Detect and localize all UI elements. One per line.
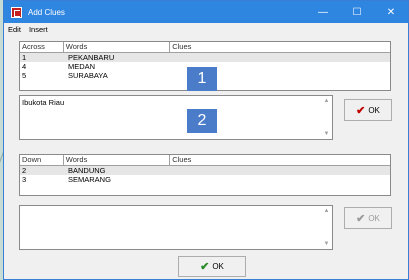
scroll-up-icon[interactable]: ▲	[321, 206, 332, 216]
app-icon	[11, 6, 22, 18]
ok-main-label: OK	[212, 262, 224, 271]
header-words[interactable]: Words	[64, 42, 171, 52]
row-number: 4	[22, 62, 27, 71]
close-button[interactable]: ✕	[374, 1, 408, 23]
row-number: 5	[22, 71, 27, 80]
annotation-badge-1: 1	[187, 67, 217, 91]
ok-across-button[interactable]: ✔ OK	[344, 99, 392, 121]
annotation-badge-2: 2	[187, 109, 217, 133]
across-grid-header: Across Words Clues	[20, 42, 390, 53]
down-clue-input[interactable]: ▲ ▼	[19, 205, 333, 250]
add-clues-window: Add Clues — ☐ ✕ Edit Insert Across Words…	[3, 0, 409, 280]
menu-bar: Edit Insert	[4, 23, 408, 35]
down-grid-header: Down Words Clues	[20, 155, 390, 166]
table-row[interactable]: 1 PEKANBARU	[20, 53, 390, 62]
across-clue-scrollbar[interactable]: ▲ ▼	[321, 96, 332, 139]
ok-across-label: OK	[368, 105, 380, 115]
table-row[interactable]: 2 BANDUNG	[20, 166, 390, 175]
row-word: PEKANBARU	[68, 53, 115, 62]
scroll-down-icon[interactable]: ▼	[321, 129, 332, 139]
check-icon: ✔	[356, 212, 366, 225]
row-word: BANDUNG	[68, 166, 106, 175]
across-clue-input[interactable]: Ibukota Riau ▲ ▼	[19, 95, 333, 140]
row-word: SURABAYA	[68, 71, 108, 80]
menu-insert[interactable]: Insert	[29, 25, 48, 34]
row-word: SEMARANG	[68, 175, 111, 184]
down-clue-scrollbar[interactable]: ▲ ▼	[321, 206, 332, 249]
header-words[interactable]: Words	[64, 155, 171, 165]
header-clues[interactable]: Clues	[170, 42, 390, 52]
header-clues[interactable]: Clues	[170, 155, 390, 165]
scroll-up-icon[interactable]: ▲	[321, 96, 332, 106]
ok-main-button[interactable]: ✔ OK	[178, 256, 246, 277]
row-number: 3	[22, 175, 27, 184]
ok-down-label: OK	[368, 213, 380, 223]
header-across[interactable]: Across	[20, 42, 64, 52]
menu-edit[interactable]: Edit	[8, 25, 21, 34]
across-clue-text: Ibukota Riau	[22, 98, 65, 107]
row-word: MEDAN	[68, 62, 96, 71]
maximize-button[interactable]: ☐	[340, 1, 374, 23]
ok-down-button[interactable]: ✔ OK	[344, 207, 392, 229]
minimize-button[interactable]: —	[306, 1, 340, 23]
row-number: 2	[22, 166, 27, 175]
down-grid[interactable]: Down Words Clues 2 BANDUNG 3 SEMARANG	[19, 154, 391, 196]
row-number: 1	[22, 53, 27, 62]
scroll-down-icon[interactable]: ▼	[321, 239, 332, 249]
check-icon: ✔	[200, 261, 210, 273]
window-title: Add Clues	[28, 7, 65, 17]
header-down[interactable]: Down	[20, 155, 64, 165]
title-bar[interactable]: Add Clues — ☐ ✕	[4, 1, 408, 23]
table-row[interactable]: 3 SEMARANG	[20, 175, 390, 184]
check-icon: ✔	[356, 104, 366, 117]
